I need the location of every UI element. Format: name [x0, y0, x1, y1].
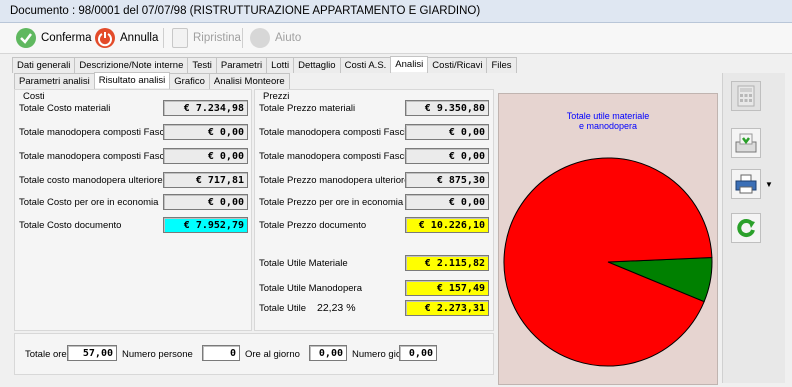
totale-ore-label: Totale ore: [25, 349, 67, 360]
window-title: Documento : 98/0001 del 07/07/98 (RISTRU…: [10, 5, 481, 17]
costi-total-label: Totale Costo documento: [19, 220, 122, 231]
numero-persone-label: Numero persone: [122, 349, 193, 360]
tab-analisi[interactable]: Analisi: [390, 56, 429, 72]
numero-giorni-field[interactable]: 0,00: [399, 345, 437, 361]
prezzi-label: Totale Prezzo per ore in economia: [259, 197, 404, 208]
tab-descrizione[interactable]: Descrizione/Note interne: [74, 57, 189, 73]
calculator-icon: [737, 85, 755, 107]
tab-files[interactable]: Files: [486, 57, 517, 73]
utile-manodopera-field[interactable]: € 157,49: [405, 280, 489, 296]
tab-dati-generali[interactable]: Dati generali: [12, 57, 76, 73]
prezzi-label: Totale Prezzo materiali: [259, 103, 356, 114]
restore-button[interactable]: Ripristina: [172, 27, 241, 49]
confirm-label: Conferma: [41, 32, 92, 44]
costi-value-field[interactable]: € 7.234,98: [163, 100, 248, 116]
chart-title-line2: e manodopera: [579, 121, 637, 131]
save-button[interactable]: [731, 128, 761, 158]
refresh-icon: [737, 219, 755, 238]
tab-costi-as[interactable]: Costi A.S.: [339, 57, 392, 73]
chart-title-line1: Totale utile materiale: [567, 111, 650, 121]
refresh-button[interactable]: [731, 213, 761, 243]
save-disk-icon: [735, 133, 757, 153]
sub-tabs: Parametri analisi Risultato analisi Graf…: [14, 72, 290, 89]
prezzi-total-field[interactable]: € 10.226,10: [405, 217, 489, 233]
right-toolbar: ▼: [722, 73, 785, 383]
costi-label: Totale costo manodopera ulteriore: [19, 175, 163, 186]
totale-ore-field[interactable]: 57,00: [67, 345, 117, 361]
utile-manodopera-label: Totale Utile Manodopera: [259, 283, 362, 294]
subtab-risultato-analisi[interactable]: Risultato analisi: [93, 72, 171, 88]
prezzi-label: Totale Prezzo manodopera ulteriore: [259, 175, 410, 186]
power-icon: [95, 28, 115, 48]
tab-testi[interactable]: Testi: [187, 57, 217, 73]
main-tabs: Dati generali Descrizione/Note interne T…: [12, 56, 517, 73]
prezzi-value-field[interactable]: € 0,00: [405, 148, 489, 164]
cancel-label: Annulla: [120, 32, 159, 44]
costi-label: Totale manodopera composti Fascia A: [19, 127, 181, 138]
help-label: Aiuto: [275, 32, 302, 44]
costi-legend: Costi: [23, 91, 45, 102]
separator: [242, 28, 243, 48]
tab-costi-ricavi[interactable]: Costi/Ricavi: [427, 57, 488, 73]
prezzi-label: Totale manodopera composti Fascia B: [259, 151, 421, 162]
tab-parametri[interactable]: Parametri: [215, 57, 268, 73]
costi-label: Totale manodopera composti Fascia B: [19, 151, 181, 162]
prezzi-group: Prezzi Totale Prezzo materiali € 9.350,8…: [254, 89, 494, 331]
costi-value-field[interactable]: € 0,00: [163, 124, 248, 140]
costi-label: Totale Costo per ore in economia: [19, 197, 159, 208]
tab-dettaglio[interactable]: Dettaglio: [293, 57, 341, 73]
subtab-grafico[interactable]: Grafico: [169, 73, 210, 89]
costi-value-field[interactable]: € 0,00: [163, 194, 248, 210]
toolbar: Conferma Annulla Ripristina Aiuto: [0, 23, 792, 54]
pie-chart: Totale utile materiale e manodopera: [503, 111, 713, 367]
utile-totale-label: Totale Utile: [259, 303, 306, 314]
cancel-button[interactable]: Annulla: [95, 27, 158, 49]
separator: [163, 28, 164, 48]
ore-giorno-field[interactable]: 0,00: [309, 345, 347, 361]
pie-chart-panel: Totale utile materiale e manodopera: [498, 93, 718, 385]
calculator-button[interactable]: [731, 81, 761, 111]
prezzi-value-field[interactable]: € 0,00: [405, 124, 489, 140]
prezzi-label: Totale manodopera composti Fascia A: [259, 127, 421, 138]
costi-value-field[interactable]: € 0,00: [163, 148, 248, 164]
utile-percent: 22,23 %: [317, 302, 356, 314]
numero-persone-field[interactable]: 0: [202, 345, 240, 361]
restore-icon: [172, 28, 188, 48]
prezzi-legend: Prezzi: [263, 91, 290, 102]
costi-group: Costi Totale Costo materiali € 7.234,98 …: [14, 89, 252, 331]
tab-lotti[interactable]: Lotti: [266, 57, 295, 73]
prezzi-total-label: Totale Prezzo documento: [259, 220, 367, 231]
print-button[interactable]: [731, 169, 761, 199]
help-icon: [250, 28, 270, 48]
print-dropdown-arrow[interactable]: ▼: [765, 180, 773, 189]
printer-icon: [735, 174, 757, 194]
restore-label: Ripristina: [193, 32, 241, 44]
prezzi-value-field[interactable]: € 875,30: [405, 172, 489, 188]
prezzi-value-field[interactable]: € 0,00: [405, 194, 489, 210]
costi-label: Totale Costo materiali: [19, 103, 111, 114]
utile-materiale-field[interactable]: € 2.115,82: [405, 255, 489, 271]
monteore-group: Totale ore 57,00 Numero persone 0 Ore al…: [14, 333, 494, 375]
prezzi-value-field[interactable]: € 9.350,80: [405, 100, 489, 116]
confirm-button[interactable]: Conferma: [16, 27, 92, 49]
check-icon: [16, 28, 36, 48]
utile-materiale-label: Totale Utile Materiale: [259, 258, 348, 269]
utile-totale-field[interactable]: € 2.273,31: [405, 300, 489, 316]
ore-giorno-label: Ore al giorno: [245, 349, 300, 360]
subtab-analisi-monteore[interactable]: Analisi Monteore: [208, 73, 290, 89]
costi-total-field[interactable]: € 7.952,79: [163, 217, 248, 233]
help-button[interactable]: Aiuto: [250, 27, 301, 49]
title-bar: Documento : 98/0001 del 07/07/98 (RISTRU…: [0, 0, 792, 23]
subtab-parametri-analisi[interactable]: Parametri analisi: [14, 73, 95, 89]
costi-value-field[interactable]: € 717,81: [163, 172, 248, 188]
